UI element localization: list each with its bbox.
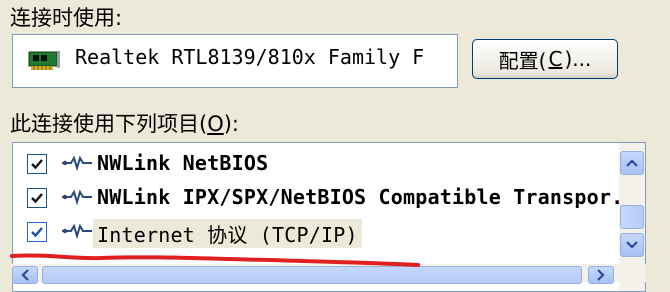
scroll-left-button[interactable] bbox=[12, 266, 38, 284]
list-item-label: Internet 协议 (TCP/IP) bbox=[93, 219, 362, 248]
checkbox[interactable] bbox=[27, 188, 47, 208]
components-label-suffix: ): bbox=[223, 112, 240, 136]
list-item-label: NWLink IPX/SPX/NetBIOS Compatible Transp… bbox=[97, 185, 624, 209]
scroll-right-button[interactable] bbox=[588, 266, 614, 284]
components-label: 此连接使用下列项目(O): bbox=[10, 108, 239, 138]
protocol-icon bbox=[61, 189, 93, 209]
annotation-underline bbox=[10, 253, 420, 267]
checkbox[interactable] bbox=[27, 154, 47, 174]
chevron-left-icon bbox=[21, 269, 29, 281]
configure-label-suffix: )... bbox=[564, 47, 592, 71]
list-item[interactable]: NWLink IPX/SPX/NetBIOS Compatible Transp… bbox=[13, 181, 623, 215]
scroll-up-button[interactable] bbox=[620, 151, 644, 175]
chevron-up-icon bbox=[626, 159, 638, 167]
chevron-down-icon bbox=[626, 241, 638, 249]
list-item-label: NWLink NetBIOS bbox=[97, 151, 269, 175]
scroll-down-button[interactable] bbox=[620, 233, 644, 257]
list-item[interactable]: NWLink NetBIOS bbox=[13, 147, 613, 181]
chevron-right-icon bbox=[597, 269, 605, 281]
checkbox[interactable] bbox=[27, 222, 47, 242]
vertical-scroll-thumb[interactable] bbox=[620, 205, 644, 229]
components-label-prefix: 此连接使用下列项目( bbox=[10, 112, 208, 136]
configure-label-prefix: 配置( bbox=[498, 48, 547, 73]
configure-accel: C bbox=[548, 47, 563, 71]
adapter-name: Realtek RTL8139/810x Family F bbox=[75, 45, 425, 69]
adapter-field: Realtek RTL8139/810x Family F bbox=[12, 34, 458, 88]
connect-using-label: 连接时使用: bbox=[10, 6, 123, 30]
network-card-icon bbox=[27, 49, 61, 77]
configure-button[interactable]: 配置(C)... bbox=[472, 39, 618, 79]
protocol-icon bbox=[61, 223, 93, 243]
list-item-selected[interactable]: Internet 协议 (TCP/IP) bbox=[13, 215, 613, 249]
horizontal-scroll-thumb[interactable] bbox=[42, 266, 582, 284]
components-label-accel: O bbox=[207, 112, 224, 136]
protocol-icon bbox=[61, 155, 93, 175]
